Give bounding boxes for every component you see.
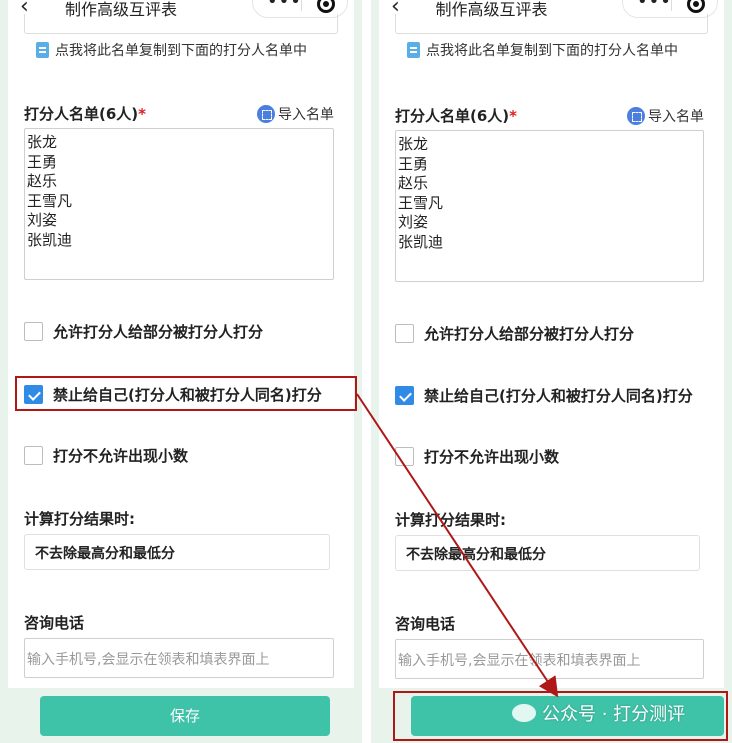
- no-decimal-checkbox[interactable]: [24, 446, 43, 465]
- import-list-button[interactable]: 导入名单: [257, 104, 334, 124]
- previous-input-field[interactable]: [395, 14, 708, 34]
- document-icon: [36, 42, 49, 58]
- rater-name: 刘姿: [398, 213, 429, 231]
- panel-divider: [362, 0, 371, 743]
- allow-partial-checkbox[interactable]: [395, 324, 414, 343]
- phone-input[interactable]: 输入手机号,会显示在领表和填表界面上: [395, 639, 704, 679]
- rater-name: 张凯迪: [27, 230, 73, 249]
- no-decimal-option[interactable]: 打分不允许出现小数: [24, 445, 188, 466]
- raters-textarea[interactable]: 张龙 王勇 赵乐 王雪凡 刘姿 张凯迪: [24, 128, 334, 280]
- right-screenshot-panel: ‹ 制作高级互评表 ••• 点我将此名单复制到下面的打分人名单中 打分人名单(6…: [371, 0, 732, 743]
- left-screenshot-panel: ‹ 制作高级互评表 ••• 点我将此名单复制到下面的打分人名单中 打分人名单(6…: [0, 0, 362, 743]
- forbid-self-checkbox[interactable]: [24, 385, 43, 404]
- close-target-icon[interactable]: [687, 0, 705, 13]
- import-label: 导入名单: [278, 107, 334, 123]
- import-list-button[interactable]: 导入名单: [627, 106, 704, 126]
- rater-name: 张龙: [27, 133, 58, 151]
- raters-title: 打分人名单(6人)*: [24, 103, 146, 124]
- rater-name: 王勇: [27, 152, 58, 171]
- more-icon[interactable]: •••: [267, 0, 302, 12]
- close-target-icon[interactable]: [317, 0, 335, 13]
- scan-import-icon: [627, 107, 645, 125]
- rater-name: 赵乐: [398, 174, 429, 192]
- bottom-bar: 保存: [0, 688, 362, 743]
- raters-title-text: 打分人名单(6人): [24, 105, 139, 123]
- allow-partial-option[interactable]: 允许打分人给部分被打分人打分: [395, 323, 634, 344]
- rater-name: 王勇: [398, 154, 429, 173]
- save-button[interactable]: 保存: [40, 696, 330, 736]
- allow-partial-label: 允许打分人给部分被打分人打分: [424, 325, 635, 343]
- forbid-self-label: 禁止给自己(打分人和被打分人同名)打分: [53, 386, 322, 404]
- required-mark: *: [138, 105, 147, 123]
- rater-name: 张龙: [398, 135, 429, 153]
- phone-input[interactable]: 输入手机号,会显示在领表和填表界面上: [24, 638, 334, 678]
- forbid-self-option[interactable]: 禁止给自己(打分人和被打分人同名)打分: [395, 385, 693, 406]
- capsule-divider: [301, 0, 302, 11]
- watermark-text: 公众号 · 打分测评: [542, 704, 686, 725]
- rater-name: 张凯迪: [398, 232, 444, 251]
- rater-name: 王雪凡: [27, 191, 73, 210]
- required-mark: *: [509, 107, 518, 125]
- rater-name: 赵乐: [27, 172, 58, 190]
- previous-input-field[interactable]: [24, 14, 338, 34]
- copy-hint-label: 点我将此名单复制到下面的打分人名单中: [426, 43, 678, 59]
- form-page: ‹ 制作高级互评表 ••• 点我将此名单复制到下面的打分人名单中 打分人名单(6…: [379, 0, 724, 688]
- calc-method-select[interactable]: 不去除最高分和最低分: [395, 535, 700, 571]
- allow-partial-option[interactable]: 允许打分人给部分被打分人打分: [24, 321, 263, 342]
- calc-title: 计算打分结果时:: [395, 511, 506, 529]
- forbid-self-checkbox[interactable]: [395, 386, 414, 405]
- raters-textarea[interactable]: 张龙 王勇 赵乐 王雪凡 刘姿 张凯迪: [395, 130, 704, 282]
- phone-title: 咨询电话: [24, 614, 85, 632]
- forbid-self-label: 禁止给自己(打分人和被打分人同名)打分: [424, 387, 693, 405]
- rater-name: 王雪凡: [398, 193, 444, 212]
- calc-title: 计算打分结果时:: [24, 510, 135, 528]
- watermark: 公众号 · 打分测评: [512, 700, 685, 726]
- no-decimal-option[interactable]: 打分不允许出现小数: [395, 446, 559, 467]
- wechat-icon: [512, 704, 536, 722]
- no-decimal-label: 打分不允许出现小数: [53, 447, 189, 465]
- rater-name: 刘姿: [27, 211, 58, 229]
- phone-title: 咨询电话: [395, 615, 456, 633]
- import-label: 导入名单: [648, 109, 704, 125]
- scan-import-icon: [257, 105, 275, 123]
- capsule-divider: [671, 0, 672, 11]
- raters-title-text: 打分人名单(6人): [395, 107, 510, 125]
- copy-list-link[interactable]: 点我将此名单复制到下面的打分人名单中: [36, 40, 307, 60]
- copy-list-link[interactable]: 点我将此名单复制到下面的打分人名单中: [407, 40, 678, 60]
- calc-method-select[interactable]: 不去除最高分和最低分: [24, 534, 330, 570]
- allow-partial-checkbox[interactable]: [24, 322, 43, 341]
- more-icon[interactable]: •••: [637, 0, 672, 12]
- no-decimal-checkbox[interactable]: [395, 447, 414, 466]
- forbid-self-option[interactable]: 禁止给自己(打分人和被打分人同名)打分: [24, 384, 322, 405]
- form-page: ‹ 制作高级互评表 ••• 点我将此名单复制到下面的打分人名单中 打分人名单(6…: [8, 0, 354, 688]
- raters-title: 打分人名单(6人)*: [395, 105, 517, 126]
- copy-hint-label: 点我将此名单复制到下面的打分人名单中: [55, 43, 307, 59]
- allow-partial-label: 允许打分人给部分被打分人打分: [53, 323, 264, 341]
- document-icon: [407, 42, 420, 58]
- no-decimal-label: 打分不允许出现小数: [424, 448, 560, 466]
